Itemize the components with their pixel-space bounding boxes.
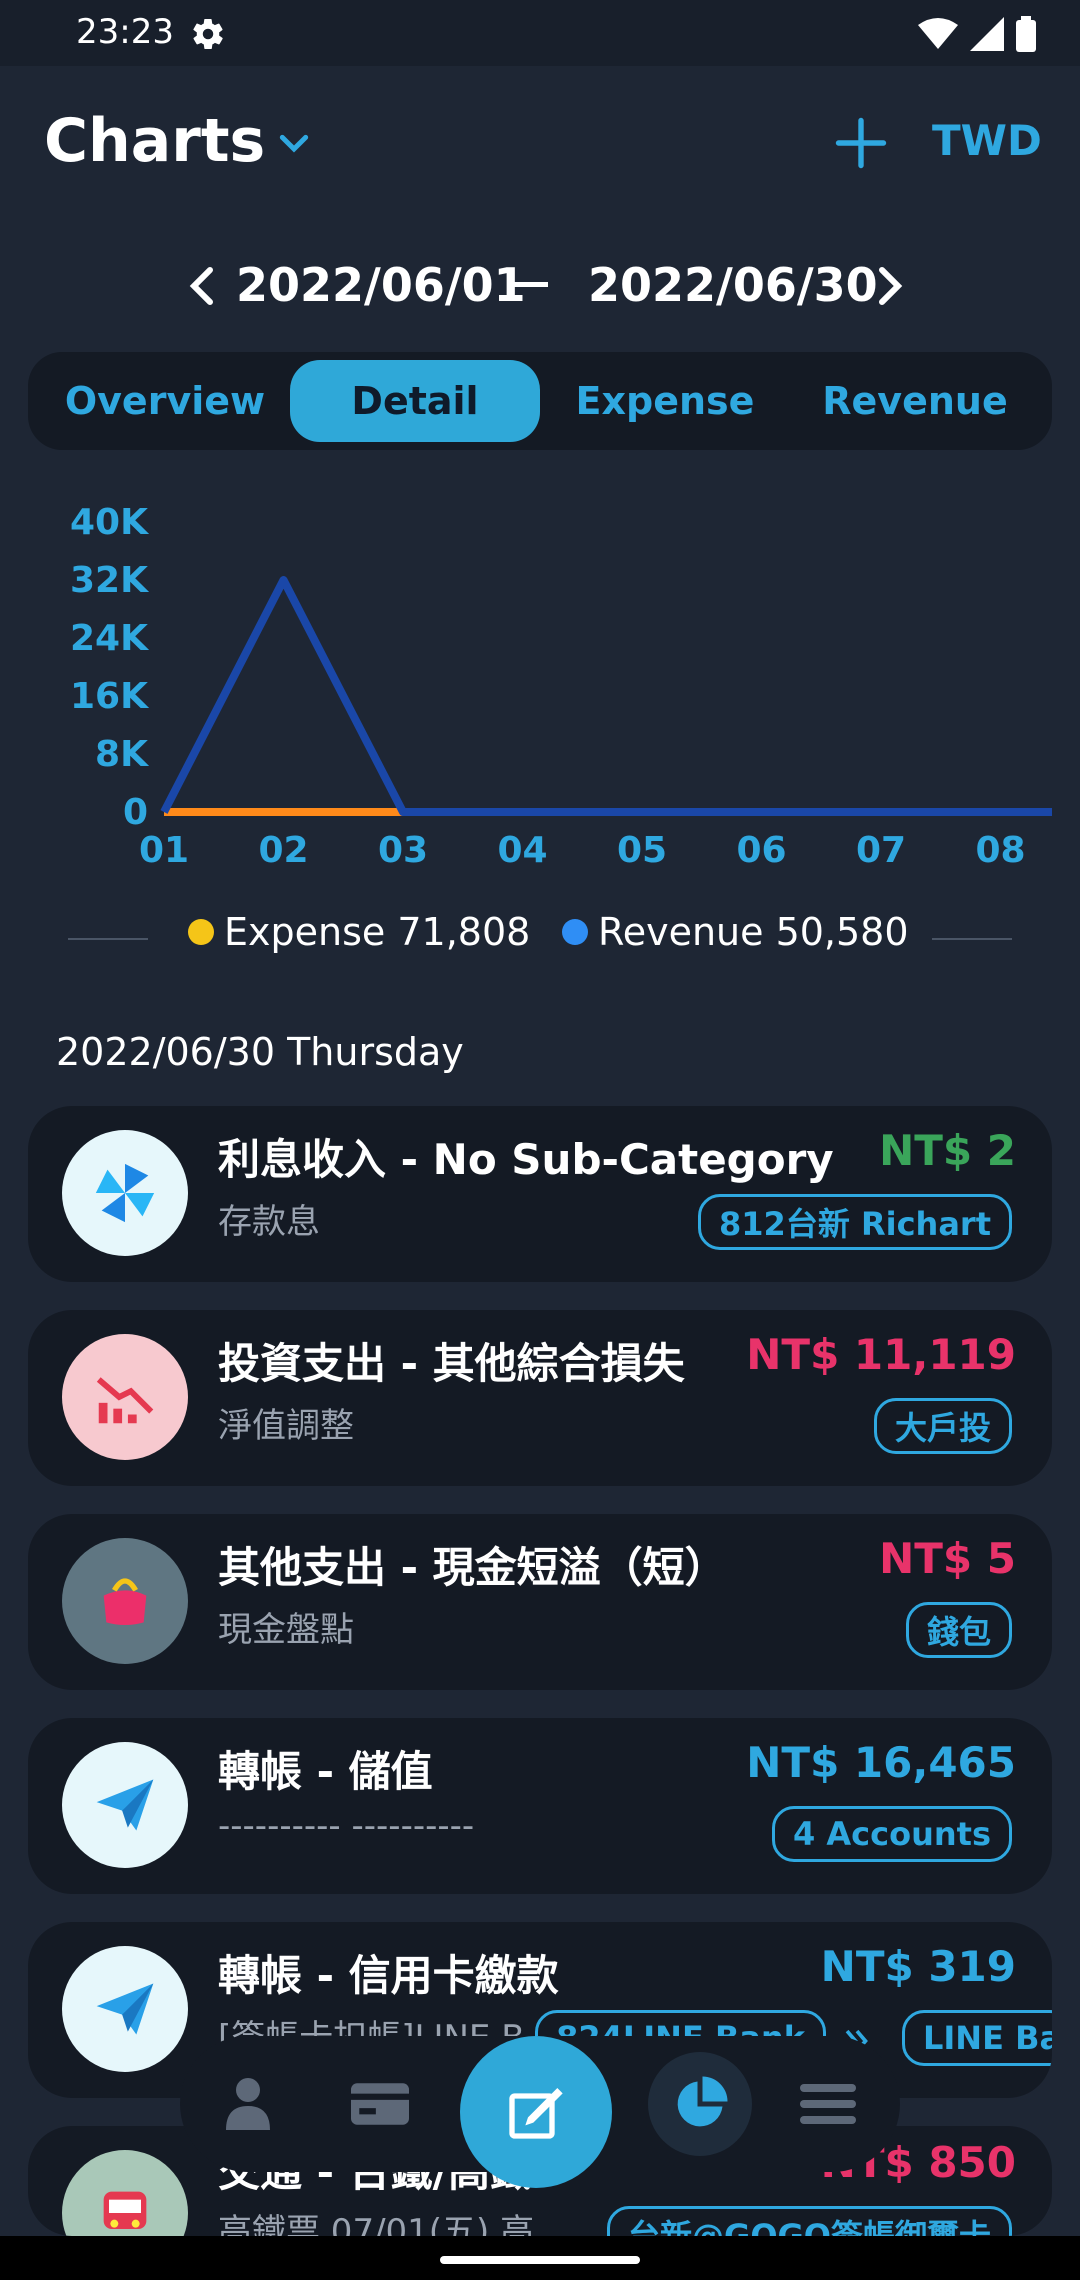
chevron-down-icon[interactable] bbox=[274, 124, 314, 164]
tab-overview[interactable]: Overview bbox=[40, 360, 290, 442]
app-header: Charts bbox=[0, 66, 1080, 216]
chart-tabs: Overview Detail Expense Revenue bbox=[28, 352, 1052, 450]
transaction-title: 利息收入 - No Sub-Category bbox=[218, 1135, 834, 1184]
paper-plane-icon bbox=[62, 1946, 188, 2072]
wifi-icon bbox=[918, 18, 958, 49]
train-icon bbox=[62, 2150, 188, 2236]
transaction-note: 高鐵票 07/01(五) 高 bbox=[218, 2212, 535, 2236]
y-tick-label: 40K bbox=[70, 502, 149, 543]
x-tick-label: 02 bbox=[258, 830, 308, 871]
tab-expense[interactable]: Expense bbox=[540, 360, 790, 442]
chart-legend: Expense 71,808 Revenue 50,580 bbox=[0, 900, 1080, 960]
card-icon[interactable] bbox=[348, 2072, 412, 2136]
x-tick-label: 05 bbox=[617, 830, 667, 871]
add-icon[interactable] bbox=[834, 116, 888, 170]
transaction-title: 其他支出 - 現金短溢（短） bbox=[218, 1543, 727, 1592]
section-date-header: 2022/06/30 Thursday bbox=[56, 1030, 464, 1074]
transaction-title: 投資支出 - 其他綜合損失 bbox=[218, 1339, 685, 1388]
legend-revenue: Revenue 50,580 bbox=[562, 910, 909, 954]
y-tick-label: 16K bbox=[70, 676, 149, 717]
pie-chart-icon[interactable] bbox=[668, 2072, 732, 2136]
chevron-right-icon[interactable] bbox=[864, 262, 912, 310]
stock-down-icon bbox=[62, 1334, 188, 1460]
legend-expense-label: Expense 71,808 bbox=[224, 910, 531, 954]
transaction-amount: NT$ 5 bbox=[879, 1534, 1016, 1583]
x-tick-label: 03 bbox=[378, 830, 428, 871]
line-chart: 40K 32K 24K 16K 8K 001 02 03 04 05 06 07 08 bbox=[70, 502, 1052, 871]
x-tick-label: 01 bbox=[139, 830, 189, 871]
x-tick-label: 06 bbox=[736, 830, 786, 871]
transaction-amount: NT$ 16,465 bbox=[746, 1738, 1016, 1787]
home-indicator[interactable] bbox=[440, 2256, 640, 2264]
account-badge[interactable]: 台新@GOGO簽帳御璽卡 bbox=[607, 2206, 1012, 2236]
x-tick-label: 04 bbox=[497, 830, 547, 871]
transaction-card[interactable]: 轉帳 - 儲值 ---------- ---------- NT$ 16,465… bbox=[28, 1718, 1052, 1894]
y-tick-label: 32K bbox=[70, 560, 149, 601]
date-end[interactable]: 2022/06/30 bbox=[588, 258, 878, 312]
y-tick-label: 24K bbox=[70, 618, 149, 659]
add-record-button[interactable] bbox=[460, 2036, 612, 2188]
page-title: Charts bbox=[44, 106, 266, 176]
account-badge[interactable]: 4 Accounts bbox=[772, 1806, 1012, 1862]
series-line-revenue bbox=[160, 576, 1052, 816]
status-time: 23:23 bbox=[76, 12, 174, 52]
status-bar: 23:23 bbox=[0, 0, 1080, 66]
legend-expense-dot bbox=[188, 919, 214, 945]
menu-list-icon[interactable] bbox=[796, 2072, 860, 2136]
legend-divider-right bbox=[932, 938, 1012, 940]
chevron-left-icon[interactable] bbox=[180, 262, 228, 310]
edit-record-icon bbox=[509, 2088, 563, 2139]
profile-icon[interactable] bbox=[216, 2072, 280, 2136]
y-tick-label: 8K bbox=[95, 734, 149, 775]
purse-icon bbox=[62, 1538, 188, 1664]
account-badge[interactable]: 大戶投 bbox=[873, 1398, 1012, 1454]
transaction-card[interactable]: 其他支出 - 現金短溢（短） 現金盤點 NT$ 5 錢包 bbox=[28, 1514, 1052, 1690]
account-badge-to[interactable]: LINE Ba bbox=[902, 2010, 1052, 2066]
bottom-navigation bbox=[180, 2036, 900, 2188]
currency-selector[interactable]: TWD bbox=[932, 116, 1042, 165]
transaction-card[interactable]: 利息收入 - No Sub-Category 存款息 NT$ 2 812台新 R… bbox=[28, 1106, 1052, 1282]
account-badge[interactable]: 錢包 bbox=[905, 1602, 1012, 1658]
transaction-note: 現金盤點 bbox=[218, 1610, 354, 1650]
legend-divider-left bbox=[68, 938, 148, 940]
x-tick-label: 08 bbox=[975, 830, 1025, 871]
transaction-amount: NT$ 319 bbox=[820, 1942, 1016, 1991]
transaction-amount: NT$ 2 bbox=[879, 1126, 1016, 1175]
signal-icon bbox=[970, 17, 1004, 51]
legend-revenue-label: Revenue 50,580 bbox=[598, 910, 909, 954]
battery-icon bbox=[1016, 16, 1036, 52]
transaction-title: 轉帳 - 信用卡繳款 bbox=[218, 1951, 559, 2000]
y-tick-label: 0 bbox=[123, 792, 148, 833]
x-tick-label: 07 bbox=[856, 830, 906, 871]
transaction-title: 轉帳 - 儲值 bbox=[218, 1747, 433, 1796]
legend-expense: Expense 71,808 bbox=[188, 910, 530, 954]
transaction-card[interactable]: 投資支出 - 其他綜合損失 淨值調整 NT$ 11,119 大戶投 bbox=[28, 1310, 1052, 1486]
account-badge[interactable]: 812台新 Richart bbox=[698, 1194, 1012, 1250]
transaction-note: 淨值調整 bbox=[218, 1406, 354, 1446]
tab-detail[interactable]: Detail bbox=[290, 360, 540, 442]
transaction-note: ---------- ---------- bbox=[218, 1806, 475, 1846]
pinwheel-icon bbox=[62, 1130, 188, 1256]
settings-gear-icon bbox=[193, 19, 223, 49]
transaction-amount: NT$ 11,119 bbox=[746, 1330, 1016, 1379]
tab-revenue[interactable]: Revenue bbox=[790, 360, 1040, 442]
date-separator bbox=[514, 282, 548, 287]
transaction-note: 存款息 bbox=[218, 1202, 320, 1242]
date-range: 2022/06/01 2022/06/30 bbox=[0, 252, 1080, 322]
paper-plane-icon bbox=[62, 1742, 188, 1868]
legend-revenue-dot bbox=[562, 919, 588, 945]
status-icons bbox=[918, 16, 1036, 52]
date-start[interactable]: 2022/06/01 bbox=[236, 258, 526, 312]
